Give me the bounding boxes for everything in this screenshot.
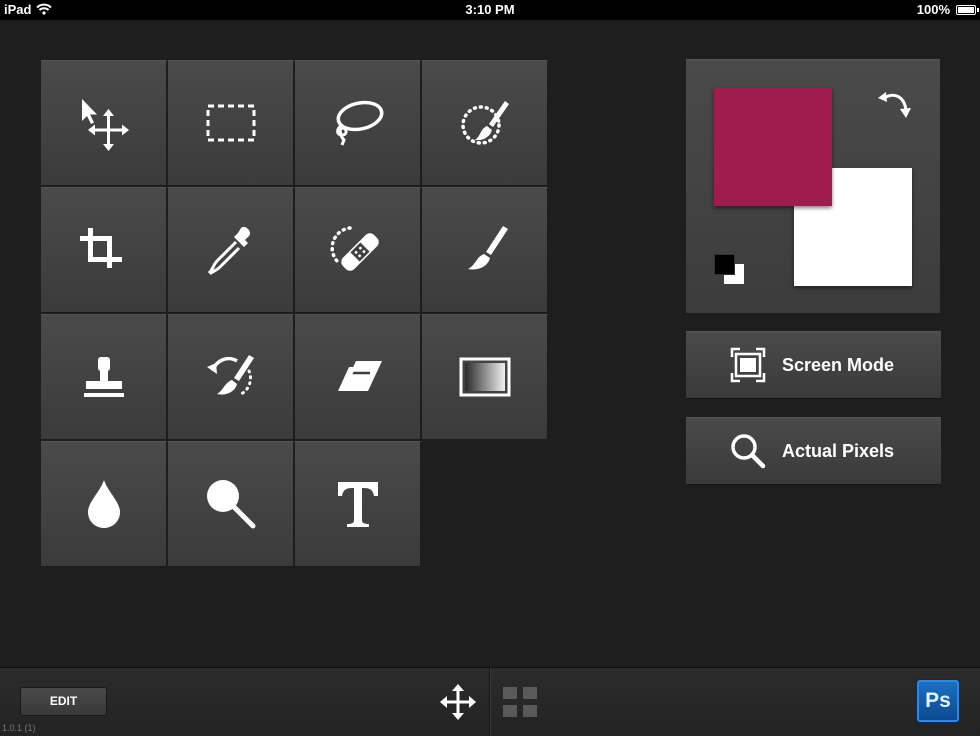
grid-view-icon[interactable] [503, 687, 537, 717]
stamp-icon [83, 357, 124, 397]
history-brush-tool[interactable] [168, 314, 294, 440]
clone-stamp-tool[interactable] [41, 314, 167, 440]
gradient-tool[interactable] [422, 314, 548, 440]
actual-pixels-label: Actual Pixels [782, 440, 895, 461]
status-time: 3:10 PM [465, 2, 515, 17]
brush-tool[interactable] [422, 187, 548, 313]
bandage-icon [329, 226, 379, 271]
screen-mode-icon [730, 347, 766, 383]
eyedropper-icon [207, 226, 250, 275]
magnifier-icon [206, 480, 255, 529]
crop-icon [79, 228, 122, 268]
color-panel [686, 59, 940, 313]
screen-mode-label: Screen Mode [782, 354, 895, 375]
move-tool[interactable] [41, 60, 167, 186]
toolbar-divider [489, 668, 490, 736]
magnifier-icon [731, 434, 766, 469]
battery-percent: 100% [916, 2, 950, 17]
paint-brush-icon [467, 226, 508, 270]
quick-selection-tool[interactable] [422, 60, 548, 186]
main-area: Screen Mode Actual Pixels [0, 20, 980, 667]
tool-grid [41, 60, 549, 568]
edit-button[interactable]: EDIT [20, 687, 107, 716]
gradient-icon [459, 357, 510, 397]
eraser-tool[interactable] [295, 314, 421, 440]
default-foreground-swatch [714, 254, 735, 275]
version-label: 1.0.1 (1) [2, 723, 36, 733]
marquee-tool[interactable] [168, 60, 294, 186]
move-arrow-icon [81, 99, 129, 151]
quick-selection-brush-icon [460, 101, 509, 145]
history-brush-icon [206, 355, 254, 397]
move-icon[interactable] [440, 684, 476, 720]
screen-mode-button[interactable]: Screen Mode [686, 331, 941, 399]
crop-tool[interactable] [41, 187, 167, 313]
status-bar: iPad 3:10 PM 100% [0, 0, 980, 20]
blur-tool[interactable] [41, 441, 167, 567]
actual-pixels-button[interactable]: Actual Pixels [686, 417, 941, 485]
water-drop-icon [87, 480, 120, 528]
rectangular-marquee-icon [206, 104, 255, 142]
lasso-icon [335, 100, 383, 146]
battery-icon [956, 5, 979, 15]
healing-tool[interactable] [295, 187, 421, 313]
text-t-icon [337, 482, 378, 527]
eyedropper-tool[interactable] [168, 187, 294, 313]
swap-colors-icon[interactable] [876, 86, 912, 122]
default-colors-icon[interactable] [714, 254, 748, 288]
type-tool[interactable] [295, 441, 421, 567]
zoom-tool[interactable] [168, 441, 294, 567]
lasso-tool[interactable] [295, 60, 421, 186]
bottom-toolbar: EDIT 1.0.1 (1) Ps [0, 667, 980, 736]
eraser-icon [335, 361, 382, 391]
photoshop-logo: Ps [917, 680, 959, 722]
foreground-color-swatch[interactable] [714, 88, 832, 206]
